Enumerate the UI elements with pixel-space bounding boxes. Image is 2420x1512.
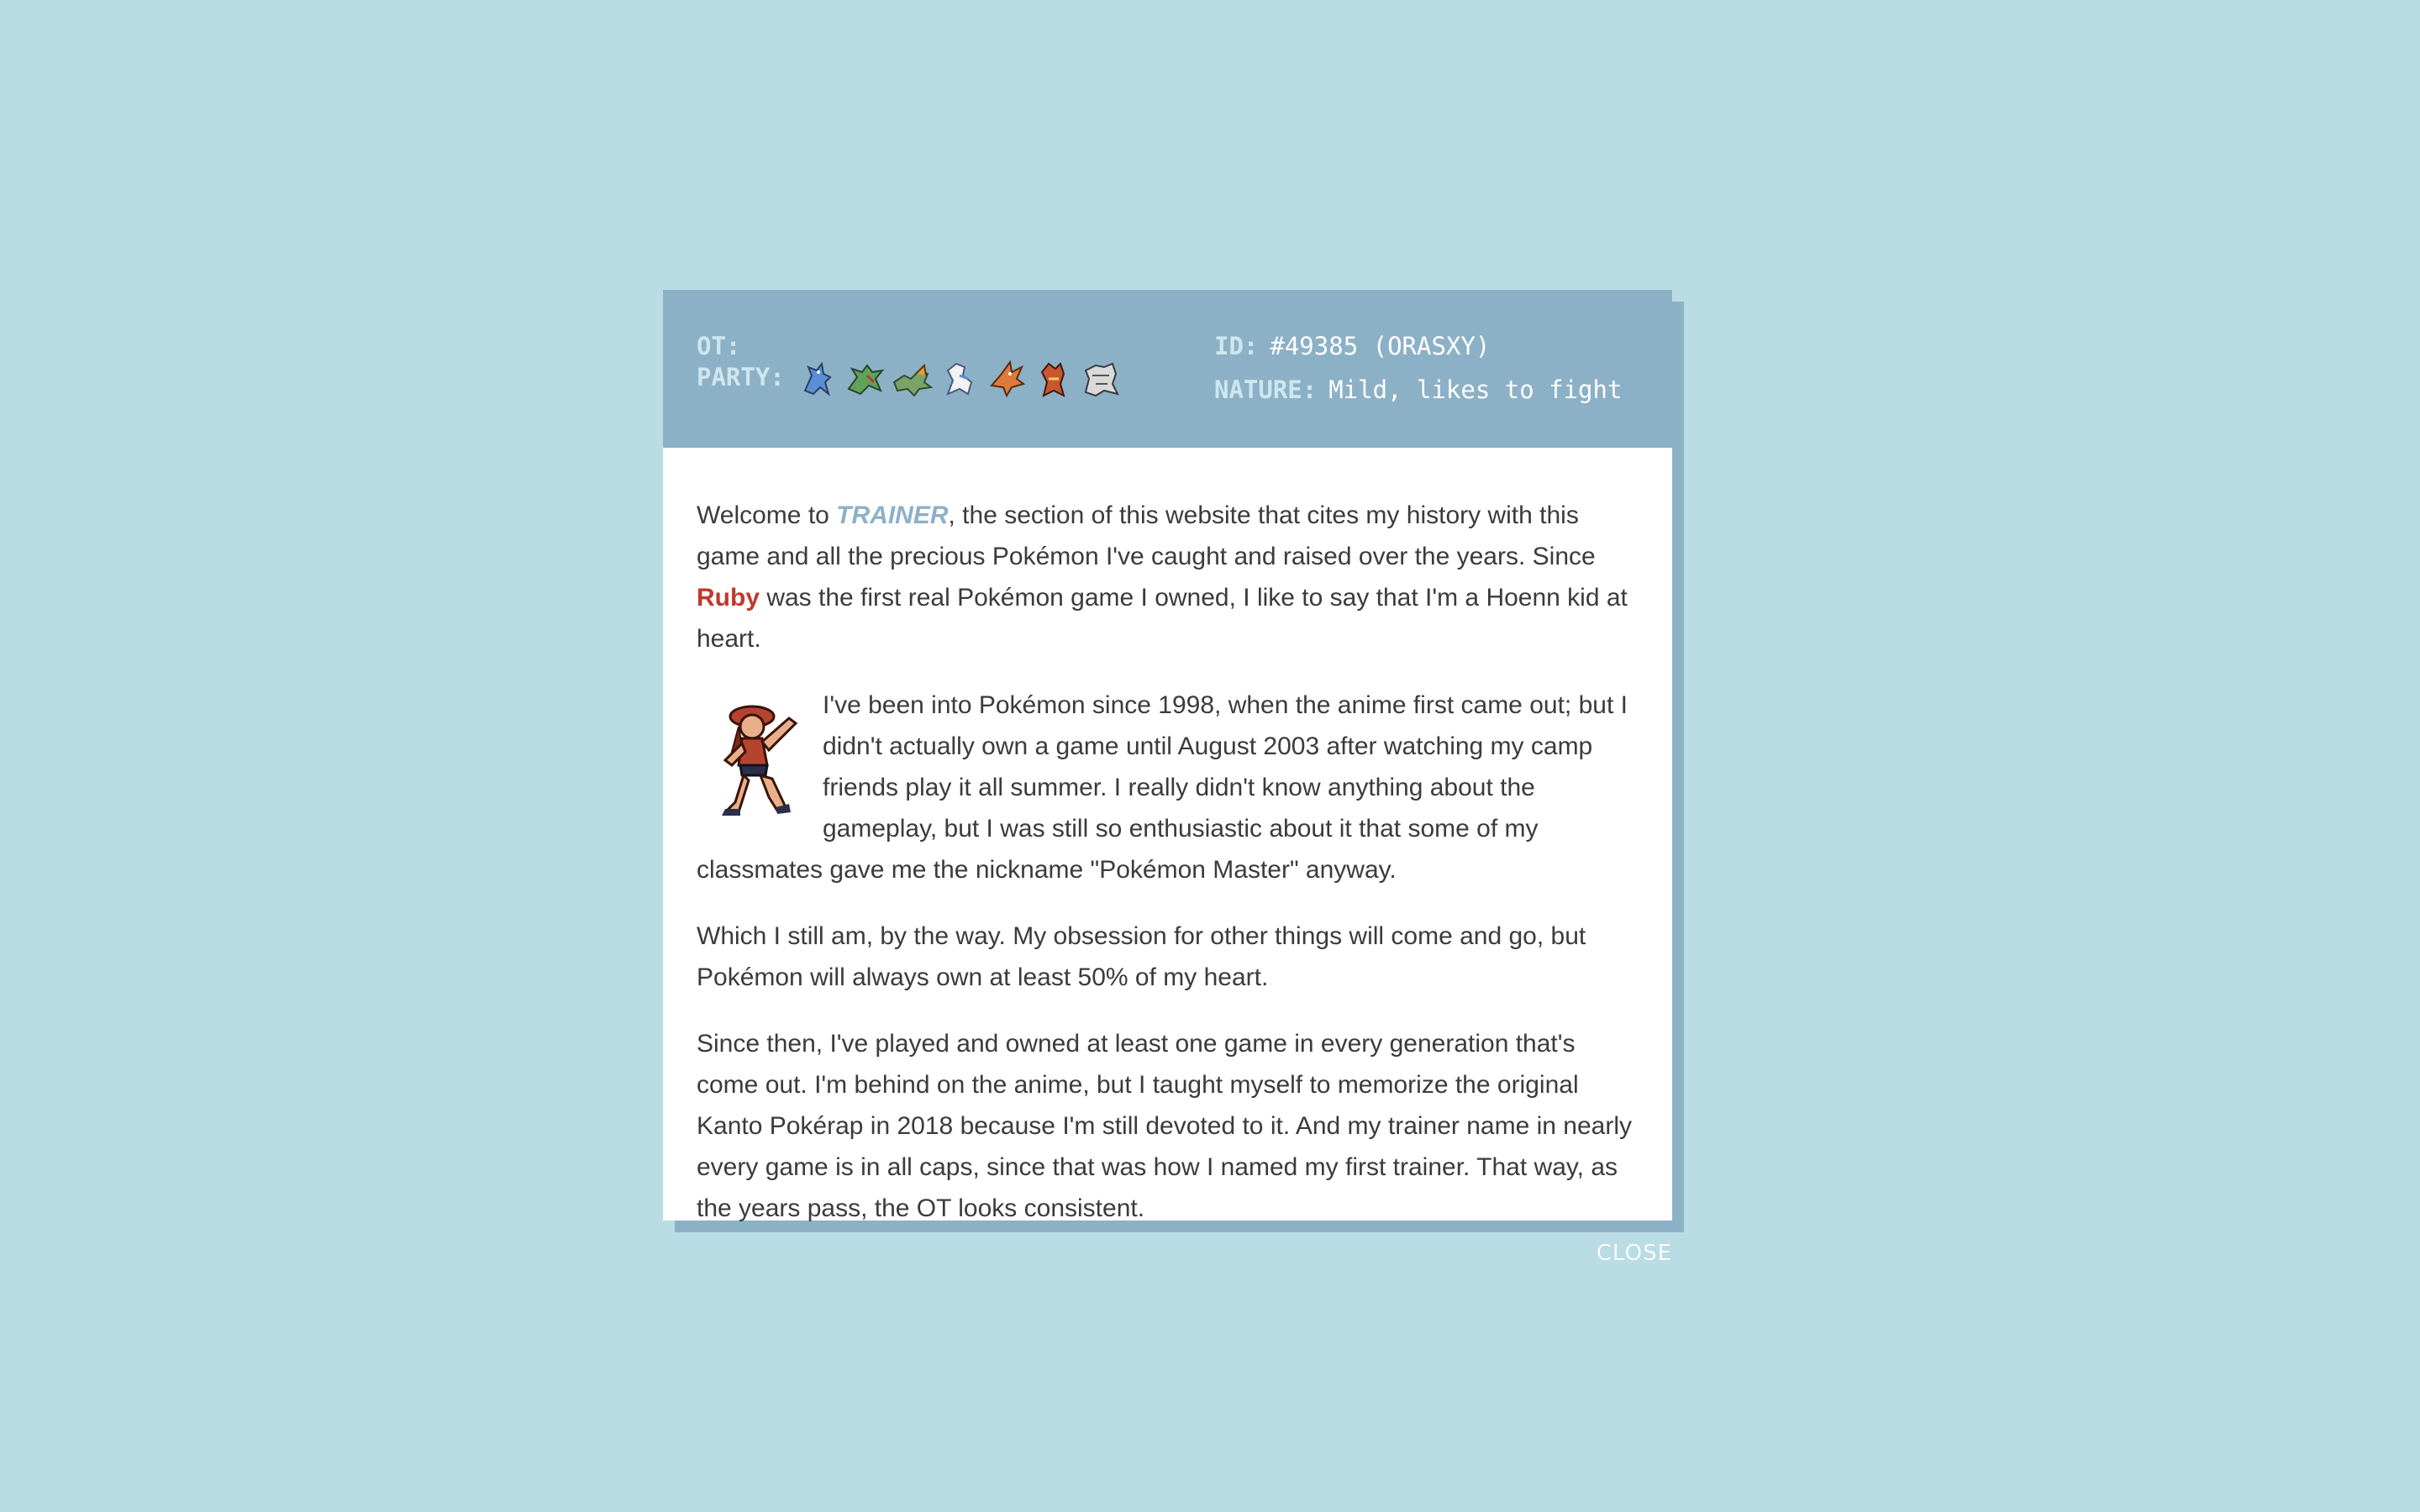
- id-row: ID: #49385 (ORASXY): [1214, 332, 1490, 360]
- close-button[interactable]: CLOSE: [1597, 1241, 1672, 1266]
- fox-sprite-icon: [1040, 362, 1065, 397]
- orange-bird-sprite-icon: [989, 360, 1025, 398]
- ruby-highlight: Ruby: [697, 584, 760, 612]
- history-text: I've been into Pokémon since 1998, when …: [697, 691, 1628, 884]
- modal-panel: OT: PARTY: ID: #49385 (ORASXY) NATURE: M…: [663, 290, 1672, 1222]
- history-paragraph: I've been into Pokémon since 1998, when …: [697, 685, 1639, 890]
- obsession-paragraph: Which I still am, by the way. My obsessi…: [697, 922, 1586, 991]
- armor-sprite-icon: [1084, 362, 1119, 397]
- intro-text-c: was the first real Pokémon game I owned,…: [697, 584, 1628, 653]
- trainer-link[interactable]: TRAINER: [836, 501, 948, 529]
- intro-text-a: Welcome to: [697, 501, 837, 529]
- blue-lizard-sprite-icon: [803, 361, 832, 396]
- party-sprites: [797, 354, 1123, 401]
- id-label: ID:: [1214, 332, 1259, 360]
- nature-value: Mild, likes to fight: [1328, 375, 1623, 404]
- intro-paragraph: Welcome to TRAINER, the section of this …: [697, 495, 1639, 659]
- party-label: PARTY:: [697, 363, 785, 391]
- green-gecko-sprite-icon: [847, 364, 885, 396]
- trainer-modal: OT: PARTY: ID: #49385 (ORASXY) NATURE: M…: [663, 290, 1684, 1266]
- trainer-sprite-icon: [722, 705, 798, 816]
- modal-body: Welcome to TRAINER, the section of this …: [663, 448, 1672, 1229]
- dragon-sprite-icon: [892, 363, 934, 397]
- generation-paragraph: Since then, I've played and owned at lea…: [697, 1030, 1633, 1222]
- id-value: #49385 (ORASXY): [1270, 332, 1491, 360]
- nature-row: NATURE: Mild, likes to fight: [1214, 375, 1622, 404]
- modal-header: OT: PARTY: ID: #49385 (ORASXY) NATURE: M…: [663, 290, 1672, 448]
- party-row: PARTY:: [697, 354, 1123, 401]
- white-dragon-sprite-icon: [946, 362, 972, 396]
- nature-label: NATURE:: [1214, 375, 1318, 404]
